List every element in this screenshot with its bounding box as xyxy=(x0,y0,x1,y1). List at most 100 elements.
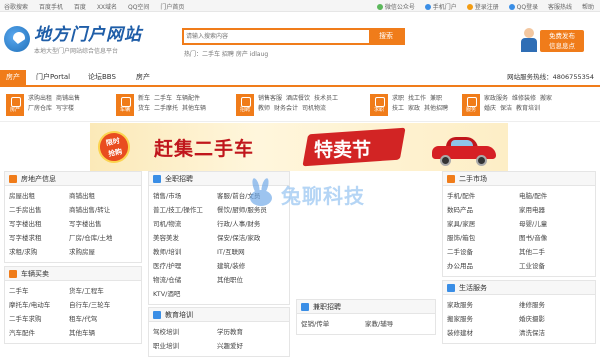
list-item[interactable]: 保安/保洁/家政 xyxy=(217,231,260,245)
category-link[interactable]: 二手摩托 xyxy=(154,105,178,112)
category-link[interactable]: 厂房仓库 xyxy=(28,105,52,112)
category-link[interactable]: 求职 xyxy=(392,95,404,102)
list-item[interactable]: 写字楼出租 xyxy=(9,217,69,231)
list-item[interactable]: 家用电器 xyxy=(519,203,545,217)
list-item[interactable]: 其他二手 xyxy=(519,245,545,259)
category-link[interactable]: 搬家 xyxy=(540,95,552,102)
list-item[interactable]: 写字楼出售 xyxy=(69,217,102,231)
list-item[interactable]: 摩托车/电动车 xyxy=(9,298,69,312)
list-item[interactable]: 家教/辅导 xyxy=(365,317,393,331)
list-item[interactable]: 求租/求购 xyxy=(9,245,69,259)
house-icon[interactable]: 房产 xyxy=(6,94,24,116)
list-item[interactable]: 行政/人事/财务 xyxy=(217,217,260,231)
section-title[interactable]: 房地产信息 xyxy=(21,173,56,185)
category-link[interactable]: 教师 xyxy=(258,105,270,112)
list-item[interactable]: 销售/市场 xyxy=(153,189,217,203)
qq-login-link[interactable]: QQ登录 xyxy=(508,4,538,11)
list-item[interactable]: 搬家服务 xyxy=(447,312,519,326)
list-item[interactable]: 婚庆摄影 xyxy=(519,312,545,326)
nav-item-home[interactable]: 房产 xyxy=(0,70,26,85)
list-item[interactable]: 美容美发 xyxy=(153,231,217,245)
car-icon[interactable]: 车辆 xyxy=(116,94,134,116)
top-link[interactable]: 百度手机 xyxy=(39,4,63,11)
list-item[interactable]: 其他职位 xyxy=(217,273,243,287)
login-link[interactable]: 登录注册 xyxy=(466,4,499,11)
section-title[interactable]: 二手市场 xyxy=(459,173,487,185)
list-item[interactable]: 办公用品 xyxy=(447,259,519,273)
person-search-icon[interactable]: 求职 xyxy=(370,94,388,116)
category-link[interactable]: 酒店餐饮 xyxy=(286,95,310,102)
list-item[interactable]: 手机/配件 xyxy=(447,189,519,203)
list-item[interactable]: KTV/酒吧 xyxy=(153,287,217,301)
category-link[interactable]: 教育培训 xyxy=(516,105,540,112)
category-link[interactable]: 司机物流 xyxy=(302,105,326,112)
site-logo[interactable]: 地方门户网站 本地大型门户网站综合信息平台 xyxy=(4,18,154,62)
mobile-link[interactable]: 手机门户 xyxy=(424,4,457,11)
category-link[interactable]: 写字楼 xyxy=(56,105,74,112)
list-item[interactable]: 汽车配件 xyxy=(9,326,69,340)
service-icon[interactable]: 服务 xyxy=(462,94,480,116)
list-item[interactable]: 教师/培训 xyxy=(153,245,217,259)
list-item[interactable]: 医疗/护理 xyxy=(153,259,217,273)
nav-item-house[interactable]: 房产 xyxy=(130,70,156,85)
list-item[interactable]: 电脑/配件 xyxy=(519,189,547,203)
list-item[interactable]: 清洗保洁 xyxy=(519,326,545,340)
list-item[interactable]: 装修建材 xyxy=(447,326,519,340)
category-link[interactable]: 财务会计 xyxy=(274,105,298,112)
top-link[interactable]: XX域名 xyxy=(97,4,117,11)
hot-keywords[interactable]: 热门：二手车 招聘 房产 idlaug xyxy=(184,49,268,58)
category-link[interactable]: 其他车辆 xyxy=(182,105,206,112)
list-item[interactable]: 兴趣爱好 xyxy=(217,339,243,353)
category-link[interactable]: 新车 xyxy=(138,95,150,102)
list-item[interactable]: 二手房出售 xyxy=(9,203,69,217)
list-item[interactable]: 维修服务 xyxy=(519,298,545,312)
list-item[interactable]: 厂房/仓库/土地 xyxy=(69,231,112,245)
service-link[interactable]: 客服热线 xyxy=(548,4,572,11)
nav-item-bbs[interactable]: 论坛BBS xyxy=(82,70,122,85)
list-item[interactable]: 写字楼求租 xyxy=(9,231,69,245)
list-item[interactable]: 职业培训 xyxy=(153,339,217,353)
list-item[interactable]: 服饰/箱包 xyxy=(447,231,519,245)
list-item[interactable]: 家具/家居 xyxy=(447,217,519,231)
top-link[interactable]: 门户首页 xyxy=(160,4,184,11)
section-title[interactable]: 教育培训 xyxy=(165,309,193,321)
top-link[interactable]: 谷歌搜索 xyxy=(4,4,28,11)
briefcase-icon[interactable]: 招聘 xyxy=(236,94,254,116)
list-item[interactable]: 租车/代驾 xyxy=(69,312,97,326)
category-link[interactable]: 找工作 xyxy=(408,95,426,102)
section-title[interactable]: 生活服务 xyxy=(459,282,487,294)
list-item[interactable]: 货车/工程车 xyxy=(69,284,104,298)
list-item[interactable]: 母婴/儿童 xyxy=(519,217,547,231)
list-item[interactable]: 房屋出租 xyxy=(9,189,69,203)
list-item[interactable]: 求购房屋 xyxy=(69,245,95,259)
list-item[interactable]: 数码产品 xyxy=(447,203,519,217)
list-item[interactable]: 自行车/三轮车 xyxy=(69,298,110,312)
list-item[interactable]: 普工/技工/操作工 xyxy=(153,203,217,217)
nav-item-portal[interactable]: 门户Portal xyxy=(30,70,76,85)
publish-button[interactable]: 免费发布 信息息点 xyxy=(540,30,584,52)
category-link[interactable]: 家政 xyxy=(408,105,420,112)
category-link[interactable]: 销售客服 xyxy=(258,95,282,102)
category-link[interactable]: 家政服务 xyxy=(484,95,508,102)
list-item[interactable]: 学历教育 xyxy=(217,325,243,339)
category-link[interactable]: 车辆配件 xyxy=(176,95,200,102)
category-link[interactable]: 婚庆 xyxy=(484,105,496,112)
list-item[interactable]: 二手车求购 xyxy=(9,312,69,326)
list-item[interactable]: 家政服务 xyxy=(447,298,519,312)
section-title[interactable]: 兼职招聘 xyxy=(313,301,341,313)
list-item[interactable]: 促销/传单 xyxy=(301,317,365,331)
help-link[interactable]: 帮助 xyxy=(582,4,594,11)
category-link[interactable]: 兼职 xyxy=(430,95,442,102)
category-link[interactable]: 其他招聘 xyxy=(424,105,448,112)
list-item[interactable]: 驾校培训 xyxy=(153,325,217,339)
category-link[interactable]: 求购出租 xyxy=(28,95,52,102)
list-item[interactable]: 工业设备 xyxy=(519,259,545,273)
wechat-link[interactable]: 微信公众号 xyxy=(376,4,415,11)
category-link[interactable]: 维修装修 xyxy=(512,95,536,102)
search-button[interactable]: 搜索 xyxy=(369,30,403,43)
section-title[interactable]: 车辆买卖 xyxy=(21,268,49,280)
top-link[interactable]: 百度 xyxy=(74,4,86,11)
list-item[interactable]: 建筑/装修 xyxy=(217,259,245,273)
list-item[interactable]: 图书/音像 xyxy=(519,231,547,245)
list-item[interactable]: 物流/仓储 xyxy=(153,273,217,287)
